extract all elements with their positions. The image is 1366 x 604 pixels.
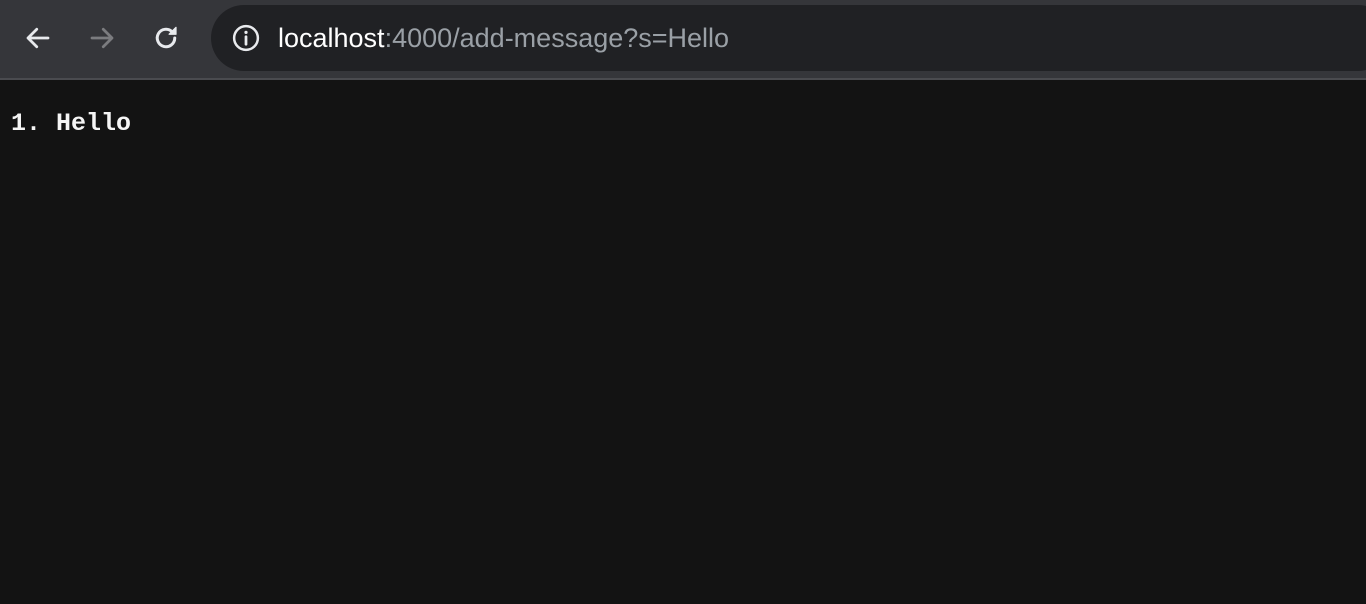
message-text: Hello: [56, 109, 132, 138]
reload-button[interactable]: [148, 20, 184, 56]
url-host: localhost: [278, 23, 385, 53]
arrow-right-icon: [90, 27, 114, 49]
browser-toolbar: localhost:4000/add-message?s=Hello: [0, 0, 1366, 80]
back-button[interactable]: [20, 20, 56, 56]
forward-button[interactable]: [84, 20, 120, 56]
arrow-left-icon: [26, 27, 50, 49]
reload-icon: [155, 26, 177, 49]
address-bar[interactable]: localhost:4000/add-message?s=Hello: [211, 5, 1366, 71]
message-list: 1. Hello: [11, 108, 131, 140]
page-content: 1. Hello: [0, 82, 1366, 604]
info-icon[interactable]: [231, 23, 261, 53]
list-item: 1. Hello: [11, 108, 131, 140]
url-text[interactable]: localhost:4000/add-message?s=Hello: [278, 5, 729, 71]
message-number: 1.: [11, 109, 42, 138]
url-path: :4000/add-message?s=Hello: [384, 23, 730, 53]
